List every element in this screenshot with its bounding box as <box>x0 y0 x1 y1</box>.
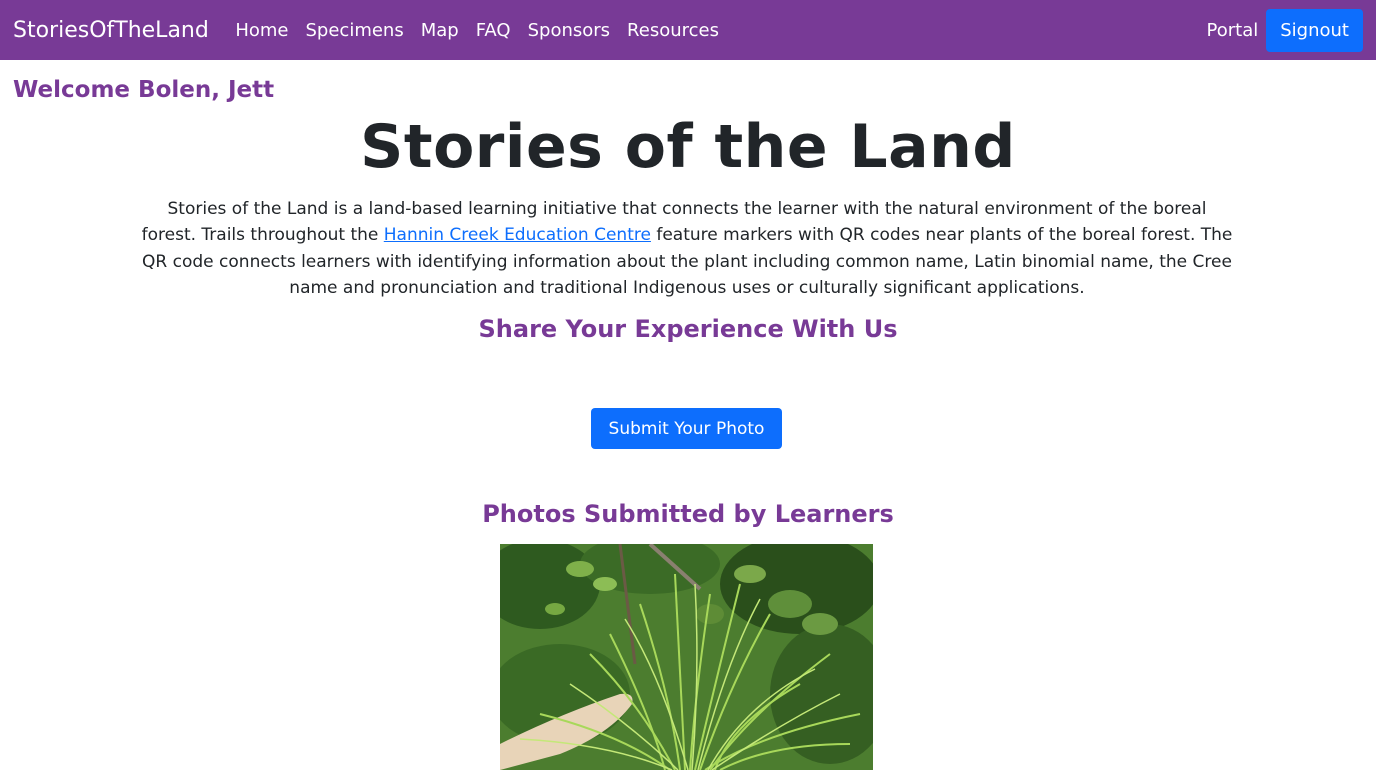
welcome-message: Welcome Bolen, Jett <box>13 77 275 103</box>
nav-link-sponsors[interactable]: Sponsors <box>519 20 618 41</box>
photos-heading: Photos Submitted by Learners <box>482 500 894 528</box>
submit-photo-button[interactable]: Submit Your Photo <box>591 408 782 449</box>
signout-button[interactable]: Signout <box>1266 8 1363 52</box>
page-title: Stories of the Land <box>360 112 1016 182</box>
nav-link-specimens[interactable]: Specimens <box>297 20 412 41</box>
nav-right: Portal Signout <box>1207 8 1363 52</box>
nav-links: Home Specimens Map FAQ Sponsors Resource… <box>227 20 728 41</box>
nav-link-map[interactable]: Map <box>412 20 467 41</box>
brand-link[interactable]: StoriesOfTheLand <box>13 18 209 43</box>
nav-link-home[interactable]: Home <box>227 20 297 41</box>
top-navbar: StoriesOfTheLand Home Specimens Map FAQ … <box>0 0 1376 60</box>
portal-link[interactable]: Portal <box>1207 20 1259 41</box>
share-heading: Share Your Experience With Us <box>478 315 898 343</box>
nav-link-faq[interactable]: FAQ <box>467 20 519 41</box>
plant-photo-image <box>500 544 873 770</box>
hannin-creek-link[interactable]: Hannin Creek Education Centre <box>384 225 651 245</box>
intro-paragraph: Stories of the Land is a land-based lear… <box>140 196 1234 301</box>
learner-photo <box>500 544 873 770</box>
nav-link-resources[interactable]: Resources <box>619 20 728 41</box>
